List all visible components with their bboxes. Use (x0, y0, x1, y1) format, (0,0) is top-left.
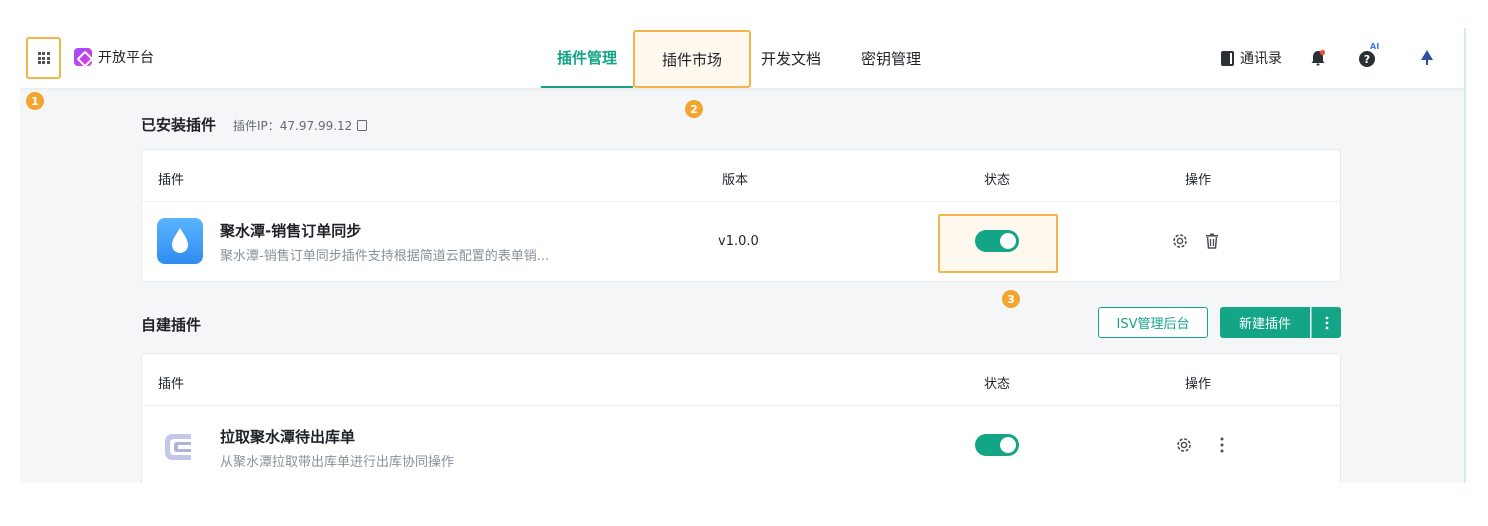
top-bar: 开放平台 插件管理 插件市场 开发文档 密钥管理 通讯录 ? AI (20, 28, 1466, 88)
column-header-status: 状态 (984, 377, 1011, 392)
column-header-actions: 操作 (1185, 173, 1212, 188)
gear-icon[interactable] (1175, 436, 1193, 454)
tab-key-management[interactable]: 密钥管理 (851, 28, 931, 88)
brand-logo-icon (74, 48, 92, 66)
tab-dev-docs[interactable]: 开发文档 (751, 28, 831, 88)
column-header-plugin: 插件 (158, 173, 185, 188)
column-header-actions: 操作 (1185, 377, 1212, 392)
divider (142, 201, 1340, 202)
brand-name: 开放平台 (98, 50, 154, 66)
isv-admin-button[interactable]: ISV管理后台 (1098, 307, 1208, 338)
ai-badge: AI (1370, 42, 1380, 51)
column-header-version: 版本 (722, 173, 749, 188)
copy-icon[interactable] (357, 120, 368, 131)
plugin-description: 聚水潭-销售订单同步插件支持根据简道云配置的表单销... (220, 249, 550, 264)
tab-plugin-management[interactable]: 插件管理 (541, 28, 633, 88)
tab-label: 插件市场 (661, 50, 722, 69)
tab-label: 插件管理 (556, 48, 617, 67)
more-vertical-icon[interactable] (1213, 436, 1231, 454)
more-vertical-icon (1325, 316, 1328, 329)
c-logo-icon (165, 434, 191, 460)
trash-icon[interactable] (1203, 232, 1221, 250)
gear-icon[interactable] (1171, 232, 1189, 250)
divider (142, 405, 1340, 406)
help-icon[interactable]: ? (1357, 48, 1377, 68)
grid-icon (37, 52, 50, 64)
brand[interactable]: 开放平台 (74, 47, 154, 67)
status-toggle[interactable] (975, 230, 1019, 252)
plugin-name: 聚水潭-销售订单同步 (220, 222, 362, 240)
svg-text:?: ? (1364, 53, 1370, 66)
new-plugin-button[interactable]: 新建插件 (1220, 307, 1310, 338)
status-toggle[interactable] (975, 434, 1019, 456)
contacts-label: 通讯录 (1240, 51, 1282, 67)
plugin-name: 拉取聚水潭待出库单 (220, 428, 356, 446)
app-launcher-button[interactable] (26, 37, 61, 79)
more-options-button[interactable] (1311, 307, 1341, 338)
installed-plugins-table: 插件 版本 状态 操作 聚水潭-销售订单同步 聚水潭-销售订单同步插件支持根据简… (141, 149, 1341, 282)
plugin-ip-label: 插件IP：47.97.99.12 (233, 119, 353, 133)
tree-icon[interactable] (1417, 48, 1437, 68)
callout-badge: 2 (685, 100, 703, 118)
app-frame: 开放平台 插件管理 插件市场 开发文档 密钥管理 通讯录 ? AI 1 2 3 … (20, 28, 1466, 483)
column-header-plugin: 插件 (158, 377, 185, 392)
callout-badge: 1 (26, 92, 44, 110)
plugin-ip: 插件IP：47.97.99.12 (233, 117, 368, 134)
bell-icon[interactable] (1308, 48, 1328, 68)
custom-plugins-table: 插件 状态 操作 拉取聚水潭待出库单 从聚水潭拉取带出库单进行出库协同操作 (141, 353, 1341, 483)
plugin-description: 从聚水潭拉取带出库单进行出库协同操作 (220, 455, 455, 470)
installed-section-title: 已安装插件 (141, 116, 217, 134)
book-icon (1221, 50, 1234, 66)
column-header-status: 状态 (984, 173, 1011, 188)
contacts-button[interactable]: 通讯录 (1221, 48, 1282, 68)
tab-label: 密钥管理 (860, 49, 921, 68)
custom-section-title: 自建插件 (141, 316, 202, 334)
tab-plugin-market[interactable]: 插件市场 (633, 30, 751, 88)
water-drop-icon (157, 218, 203, 264)
tab-label: 开发文档 (760, 49, 821, 68)
callout-badge: 3 (1002, 290, 1020, 308)
plugin-version: v1.0.0 (718, 234, 759, 249)
frame-border (1464, 28, 1466, 483)
